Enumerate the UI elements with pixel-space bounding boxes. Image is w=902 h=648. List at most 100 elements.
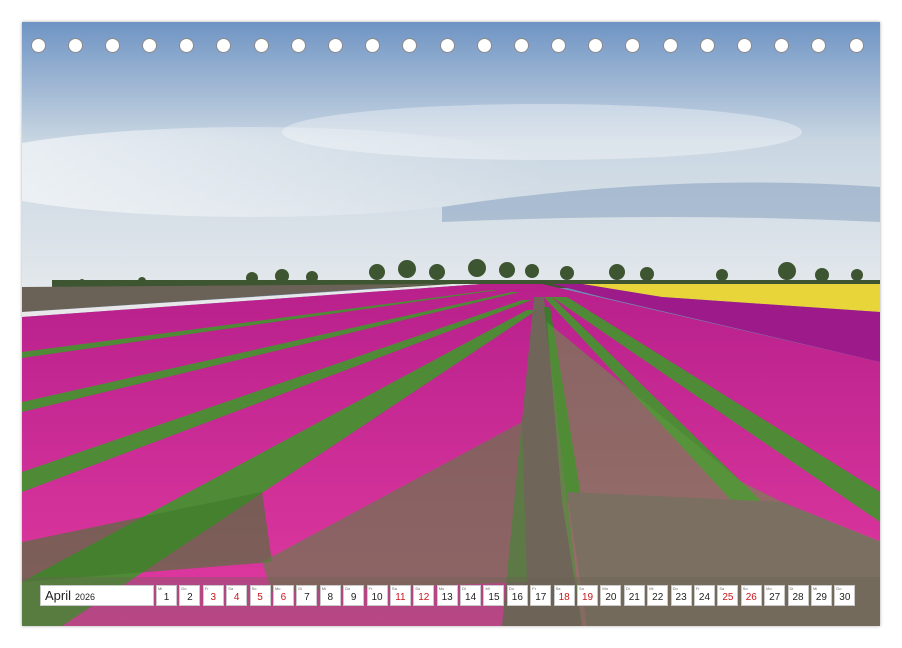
- binding-hole: [736, 38, 752, 53]
- binding-hole: [290, 38, 306, 53]
- binding-hole: [30, 38, 46, 53]
- binding-hole: [699, 38, 715, 53]
- day-cell: Sa 25: [717, 585, 739, 606]
- day-cell: Do 9: [343, 585, 365, 606]
- day-number: 28: [792, 592, 804, 603]
- day-cell: Di 14: [460, 585, 482, 606]
- weekday-abbrev: Mo: [602, 586, 608, 591]
- day-number: 16: [511, 592, 523, 603]
- day-number: 25: [722, 592, 734, 603]
- weekday-abbrev: Do: [672, 586, 678, 591]
- day-cell: Sa 11: [389, 585, 411, 606]
- day-cell: Di 21: [623, 585, 645, 606]
- binding-hole: [253, 38, 269, 53]
- day-number: 13: [441, 592, 453, 603]
- weekday-abbrev: Do: [345, 586, 351, 591]
- day-number: 17: [535, 592, 547, 603]
- weekday-abbrev: Di: [625, 586, 630, 591]
- binding-hole: [216, 38, 232, 53]
- binding-hole: [402, 38, 418, 53]
- day-number: 3: [210, 592, 217, 603]
- day-cell: Sa 18: [553, 585, 575, 606]
- weekday-abbrev: Fr: [695, 586, 700, 591]
- weekday-abbrev: Fr: [368, 586, 373, 591]
- day-number: 27: [769, 592, 781, 603]
- binding-hole: [513, 38, 529, 53]
- binding-hole: [67, 38, 83, 53]
- month-year: 2026: [75, 592, 96, 602]
- binding-hole: [662, 38, 678, 53]
- weekday-abbrev: Mi: [485, 586, 490, 591]
- day-cell: Di 28: [787, 585, 809, 606]
- binding-hole: [588, 38, 604, 53]
- weekday-abbrev: So: [579, 586, 584, 591]
- weekday-abbrev: Sa: [719, 586, 725, 591]
- day-number: 26: [745, 592, 757, 603]
- binding-holes: [22, 38, 880, 58]
- calendar-page: April 2026 Mi 1 Do 2 Fr 3 Sa 4 So 5 Mo 6 Di 7 Mi 8 Do 9 Fr…: [22, 22, 880, 626]
- weekday-abbrev: So: [251, 586, 257, 591]
- day-number: 15: [488, 592, 500, 603]
- day-cell: Mo 13: [436, 585, 458, 606]
- weekday-abbrev: So: [742, 586, 748, 591]
- weekday-abbrev: Do: [181, 586, 187, 591]
- day-number: 14: [465, 592, 477, 603]
- day-number: 9: [350, 592, 357, 603]
- binding-hole: [104, 38, 120, 53]
- day-cell: Mi 15: [483, 585, 505, 606]
- day-number: 24: [698, 592, 711, 603]
- month-label: April 2026: [40, 585, 154, 606]
- day-number: 23: [675, 592, 687, 603]
- weekday-abbrev: Fr: [532, 586, 537, 591]
- weekday-abbrev: Mi: [158, 586, 163, 591]
- day-cell: Mi 1: [156, 585, 177, 606]
- day-cell: Fr 3: [202, 585, 224, 606]
- weekday-abbrev: Di: [298, 586, 303, 591]
- day-number: 4: [233, 592, 240, 603]
- day-cell: Fr 24: [693, 585, 715, 606]
- day-number: 5: [257, 592, 263, 603]
- weekday-abbrev: Sa: [228, 586, 234, 591]
- weekday-abbrev: Mo: [766, 586, 772, 591]
- weekday-abbrev: Fr: [204, 586, 209, 591]
- day-cell: Mo 20: [600, 585, 622, 606]
- binding-hole: [476, 38, 492, 53]
- day-number: 30: [839, 592, 851, 603]
- day-cell: Mi 29: [810, 585, 832, 606]
- weekday-abbrev: Sa: [391, 586, 397, 591]
- binding-hole: [439, 38, 455, 53]
- binding-hole: [811, 38, 827, 53]
- day-cell: Do 23: [670, 585, 692, 606]
- day-number: 20: [605, 592, 617, 603]
- day-number: 1: [163, 592, 170, 603]
- day-cell: So 12: [413, 585, 435, 606]
- tulip-field-photo: [22, 22, 880, 626]
- binding-hole: [551, 38, 567, 53]
- day-cell: Sa 4: [226, 585, 248, 606]
- day-cell: Mi 8: [319, 585, 341, 606]
- month-name: April: [45, 588, 72, 603]
- day-cell: Do 30: [834, 585, 856, 606]
- weekday-abbrev: Do: [836, 586, 842, 591]
- day-number: 7: [304, 592, 310, 603]
- day-cell: Mo 6: [272, 585, 294, 606]
- day-number: 12: [418, 592, 430, 603]
- weekday-abbrev: Di: [789, 586, 794, 591]
- binding-hole: [327, 38, 343, 53]
- binding-hole: [365, 38, 381, 53]
- binding-hole: [625, 38, 641, 53]
- day-number: 8: [327, 592, 334, 603]
- weekday-abbrev: Mo: [438, 586, 445, 591]
- weekday-abbrev: Mo: [274, 586, 281, 591]
- binding-hole: [848, 38, 864, 53]
- calendar-day-strip: April 2026 Mi 1 Do 2 Fr 3 Sa 4 So 5 Mo 6 Di 7 Mi 8 Do 9 Fr…: [40, 585, 858, 606]
- day-number: 6: [280, 592, 287, 603]
- day-cell: So 19: [577, 585, 599, 606]
- day-cell: Mo 27: [764, 585, 786, 606]
- day-number: 29: [815, 592, 827, 603]
- day-number: 22: [652, 592, 664, 603]
- day-cell: So 5: [249, 585, 271, 606]
- day-number: 11: [395, 592, 406, 603]
- weekday-abbrev: Mi: [321, 586, 326, 591]
- day-number: 10: [371, 592, 383, 603]
